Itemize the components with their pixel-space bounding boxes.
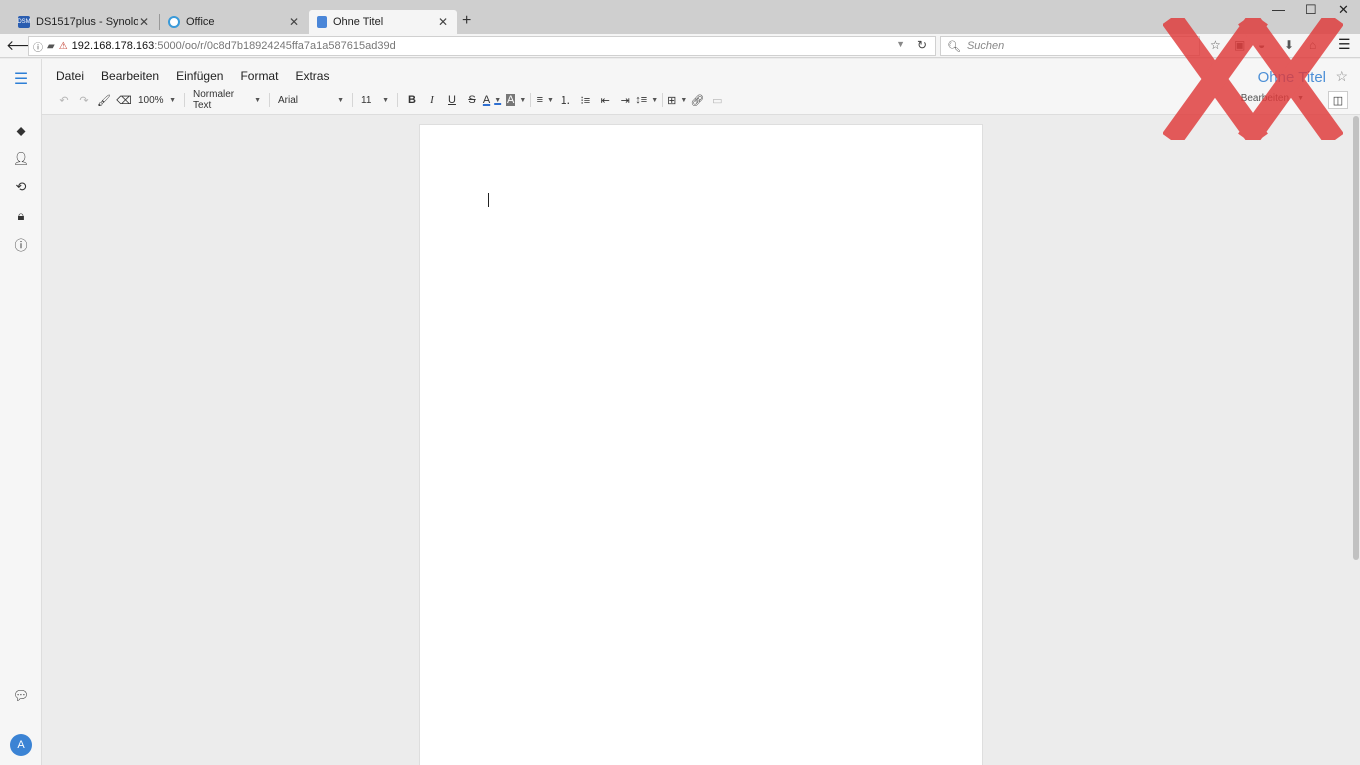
office-favicon-icon [168, 16, 180, 28]
share-user-icon[interactable]: 👤︎ [11, 149, 31, 169]
underline-icon[interactable]: U [442, 91, 462, 109]
mode-select[interactable]: Bearbeiten ▼ [1241, 93, 1304, 104]
lock-icon[interactable]: 🔒︎ [11, 206, 31, 226]
tab-label: DS1517plus - Synology DiskS [36, 16, 138, 28]
dsm-favicon-icon: DSM [17, 16, 31, 28]
strikethrough-icon[interactable]: S [462, 91, 482, 109]
reload-icon[interactable]: ↻ [917, 38, 927, 52]
search-placeholder: Suchen [966, 40, 1005, 52]
favorite-star-icon[interactable]: ☆ [1335, 68, 1348, 85]
zoom-select[interactable]: 100% ▼ [134, 95, 180, 106]
back-arrow-icon[interactable]: 🡐 [6, 37, 44, 55]
align-left-icon[interactable]: ≡ ▼ [535, 91, 555, 109]
font-value: Arial [278, 94, 299, 106]
url-dropdown-icon[interactable]: ▼ [896, 39, 905, 49]
comment-icon[interactable]: ▭ [707, 91, 727, 109]
office-app: ☰ ⬥ 👤︎ ⟲ 🔒︎ ⓘ 💬︎ A Datei Bearbeiten Einf… [0, 59, 1360, 765]
left-sidebar: ☰ ⬥ 👤︎ ⟲ 🔒︎ ⓘ 💬︎ A [0, 59, 42, 765]
undo-icon[interactable]: ↶ [54, 91, 74, 109]
address-bar[interactable]: ⓘ ▰ ⚠ 192.168.178.163:5000/oo/r/0c8d7b18… [28, 36, 936, 56]
info-icon[interactable]: ⓘ [11, 234, 31, 254]
browser-tab-bar: DSM DS1517plus - Synology DiskS ✕ Office… [0, 0, 1360, 34]
document-favicon-icon [317, 16, 327, 28]
decrease-indent-icon[interactable]: ⇤ [595, 91, 615, 109]
menu-bearbeiten[interactable]: Bearbeiten [101, 69, 168, 83]
tab-label: Ohne Titel [333, 16, 384, 28]
line-spacing-icon[interactable]: ↕≡ ▼ [635, 91, 658, 109]
search-icon: 🔍︎ [947, 40, 961, 53]
document-canvas [42, 116, 1352, 765]
paint-format-icon[interactable]: 🖌︎ [94, 91, 114, 109]
clipboard-icon[interactable]: ▣ [1234, 38, 1245, 52]
document-title[interactable]: Ohne Titel [1258, 69, 1326, 86]
font-size-select[interactable]: 11 ▼ [357, 95, 393, 106]
bookmark-star-icon[interactable]: ☆ [1210, 38, 1221, 52]
info-icon[interactable]: ⓘ [33, 39, 43, 54]
insecure-icon: ⚠ [58, 40, 68, 52]
menu-datei[interactable]: Datei [56, 69, 93, 83]
window-close-icon[interactable]: ✕ [1338, 2, 1349, 18]
browser-menu-icon[interactable]: ☰ [1338, 36, 1351, 53]
numbered-list-icon[interactable]: ⒈ [555, 91, 575, 109]
document-page[interactable] [419, 124, 983, 765]
zoom-value: 100% [138, 94, 164, 106]
bulleted-list-icon[interactable]: ⁝≡ [575, 91, 595, 109]
maximize-icon[interactable]: ☐ [1305, 2, 1317, 18]
history-icon[interactable]: ⟲ [11, 177, 31, 197]
new-tab-button[interactable]: + [462, 12, 471, 30]
table-icon[interactable]: ⊞ ▼ [667, 91, 687, 109]
menu-bar: Datei Bearbeiten Einfügen Format Extras [56, 69, 346, 83]
italic-icon[interactable]: I [422, 91, 442, 109]
tab-label: Office [186, 16, 215, 28]
search-input[interactable]: 🔍︎ Suchen [940, 36, 1200, 56]
avatar[interactable]: A [10, 734, 32, 756]
vertical-scrollbar[interactable] [1353, 116, 1359, 560]
browser-nav-bar: 🡐 ⓘ ▰ ⚠ 192.168.178.163:5000/oo/r/0c8d7b… [0, 34, 1360, 58]
document-header: Datei Bearbeiten Einfügen Format Extras … [42, 59, 1360, 115]
main-menu-icon[interactable]: ☰ [11, 69, 31, 89]
format-toolbar: ↶ ↷ 🖌︎ ⌫ 100% ▼ Normaler Text ▼ Arial ▼ 11 ▼… [54, 89, 727, 111]
close-icon[interactable]: ✕ [437, 15, 449, 29]
close-icon[interactable]: ✕ [138, 15, 150, 29]
close-icon[interactable]: ✕ [288, 15, 300, 29]
tab-dsm[interactable]: DSM DS1517plus - Synology DiskS ✕ [10, 10, 158, 34]
clear-format-icon[interactable]: ⌫ [114, 91, 134, 109]
font-family-select[interactable]: Arial ▼ [274, 95, 348, 106]
bold-icon[interactable]: B [402, 91, 422, 109]
download-icon[interactable]: ⬇ [1284, 38, 1294, 52]
menu-einfuegen[interactable]: Einfügen [176, 69, 232, 83]
side-panel-toggle-icon[interactable]: ◫ [1328, 91, 1348, 109]
url-path: :5000/oo/r/0c8d7b18924245ffa7a1a587615ad… [154, 40, 396, 52]
style-value: Normaler Text [193, 89, 235, 111]
text-color-icon[interactable]: A ▼ [482, 91, 502, 109]
tab-office[interactable]: Office ✕ [160, 10, 308, 34]
menu-extras[interactable]: Extras [295, 69, 338, 83]
link-icon[interactable]: 🔗︎ [687, 91, 707, 109]
minimize-icon[interactable]: — [1272, 2, 1285, 17]
redo-icon[interactable]: ↷ [74, 91, 94, 109]
size-value: 11 [361, 94, 372, 106]
highlight-color-icon[interactable]: A ▼ [502, 91, 526, 109]
mode-value: Bearbeiten [1240, 93, 1290, 104]
menu-format[interactable]: Format [240, 69, 287, 83]
label-tag-icon[interactable]: ⬥ [11, 121, 31, 141]
url-host: 192.168.178.163 [71, 40, 155, 52]
text-cursor [488, 193, 489, 207]
pocket-icon[interactable]: ◒ [1258, 38, 1265, 52]
home-icon[interactable]: ⌂ [1309, 38, 1316, 52]
increase-indent-icon[interactable]: ⇥ [615, 91, 635, 109]
paragraph-style-select[interactable]: Normaler Text ▼ [189, 89, 265, 111]
chat-icon[interactable]: 💬︎ [11, 686, 31, 706]
page-icon: ▰ [47, 40, 55, 52]
tab-ohne-titel[interactable]: Ohne Titel ✕ [309, 10, 457, 34]
